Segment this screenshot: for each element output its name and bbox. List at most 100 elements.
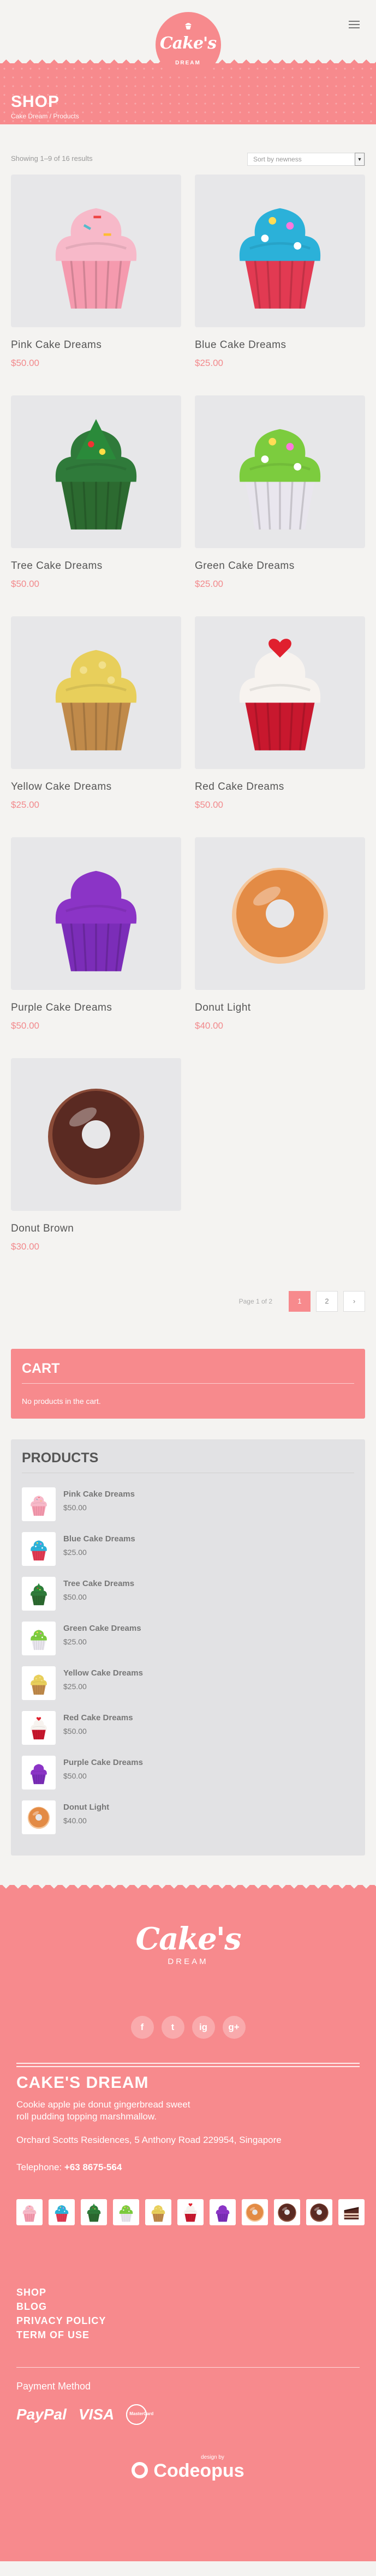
product-image[interactable] xyxy=(195,395,365,548)
product-thumbnail[interactable] xyxy=(22,1666,56,1700)
footer-link-terms[interactable]: TERM OF USE xyxy=(16,2328,360,2342)
footer-thumbnail[interactable] xyxy=(210,2199,236,2225)
product-name[interactable]: Green Cake Dreams xyxy=(63,1624,141,1633)
footer-description: Cookie apple pie donut gingerbread sweet… xyxy=(16,2099,190,2122)
product-card[interactable]: Blue Cake Dreams $25.00 xyxy=(195,175,365,395)
next-page-button[interactable]: › xyxy=(343,1291,365,1312)
list-item[interactable]: Red Cake Dreams $50.00 xyxy=(22,1711,354,1756)
product-price: $50.00 xyxy=(63,1772,87,1780)
product-name[interactable]: Purple Cake Dreams xyxy=(63,1758,143,1767)
sort-select[interactable]: Sort by newness ▼ xyxy=(247,153,365,166)
product-name[interactable]: Green Cake Dreams xyxy=(195,560,365,572)
footer-thumbnail[interactable] xyxy=(113,2199,139,2225)
footer-link-privacy[interactable]: PRIVACY POLICY xyxy=(16,2314,360,2328)
product-name[interactable]: Donut Light xyxy=(63,1803,109,1812)
product-image[interactable] xyxy=(195,837,365,990)
footer-product-thumbnails xyxy=(16,2199,366,2225)
social-links: f t ig g+ xyxy=(16,2016,360,2039)
pagination-label: Page 1 of 2 xyxy=(238,1298,272,1305)
footer-thumbnail[interactable] xyxy=(49,2199,75,2225)
hamburger-icon[interactable] xyxy=(349,21,360,29)
footer-logo[interactable]: Cake's DREAM xyxy=(16,1893,360,2002)
footer-thumbnail[interactable] xyxy=(145,2199,171,2225)
designer-credit[interactable]: design by Codeopus xyxy=(16,2454,360,2482)
chevron-down-icon[interactable]: ▼ xyxy=(355,153,365,166)
list-item[interactable]: Donut Light $40.00 xyxy=(22,1800,354,1845)
divider xyxy=(16,2063,360,2064)
breadcrumb-home[interactable]: Cake Dream xyxy=(11,112,47,120)
list-item-text: Tree Cake Dreams $50.00 xyxy=(63,1579,134,1601)
twitter-icon[interactable]: t xyxy=(161,2016,184,2039)
footer-links: SHOP BLOG PRIVACY POLICY TERM OF USE xyxy=(16,2285,360,2342)
product-image[interactable] xyxy=(11,1058,181,1211)
product-image[interactable] xyxy=(195,616,365,769)
product-thumbnail[interactable] xyxy=(22,1756,56,1790)
google-plus-icon[interactable]: g+ xyxy=(222,2016,246,2039)
logo-subtext: DREAM xyxy=(175,60,201,66)
product-thumbnail[interactable] xyxy=(22,1800,56,1834)
footer-thumbnail[interactable] xyxy=(274,2199,300,2225)
instagram-icon[interactable]: ig xyxy=(192,2016,215,2039)
product-image[interactable] xyxy=(11,175,181,327)
product-card[interactable]: Donut Light $40.00 xyxy=(195,837,365,1058)
product-card[interactable]: Red Cake Dreams $50.00 xyxy=(195,616,365,837)
product-card[interactable]: Green Cake Dreams $25.00 xyxy=(195,395,365,616)
product-thumbnail[interactable] xyxy=(22,1577,56,1611)
product-name[interactable]: Yellow Cake Dreams xyxy=(11,781,181,793)
product-thumbnail[interactable] xyxy=(22,1622,56,1655)
list-item[interactable]: Purple Cake Dreams $50.00 xyxy=(22,1756,354,1800)
page-2-button[interactable]: 2 xyxy=(316,1291,338,1312)
footer-link-blog[interactable]: BLOG xyxy=(16,2299,360,2314)
product-price: $50.00 xyxy=(11,358,39,368)
product-card[interactable]: Yellow Cake Dreams $25.00 xyxy=(11,616,181,837)
facebook-icon[interactable]: f xyxy=(130,2016,154,2039)
mastercard-logo: MasterCard xyxy=(126,2404,159,2425)
product-thumbnail[interactable] xyxy=(22,1487,56,1521)
product-image[interactable] xyxy=(11,837,181,990)
product-card[interactable]: Purple Cake Dreams $50.00 xyxy=(11,837,181,1058)
product-name[interactable]: Red Cake Dreams xyxy=(195,781,365,793)
footer-thumbnail[interactable] xyxy=(177,2199,204,2225)
footer-thumbnail[interactable] xyxy=(242,2199,268,2225)
product-name[interactable]: Blue Cake Dreams xyxy=(195,339,365,351)
footer-thumbnail[interactable] xyxy=(81,2199,107,2225)
shop-toolbar: Showing 1–9 of 16 results Sort by newnes… xyxy=(11,151,365,167)
footer-thumbnail[interactable] xyxy=(306,2199,332,2225)
product-name[interactable]: Yellow Cake Dreams xyxy=(63,1668,143,1678)
product-thumbnail[interactable] xyxy=(22,1711,56,1745)
site-logo[interactable]: Cake's DREAM xyxy=(155,12,221,77)
product-name[interactable]: Tree Cake Dreams xyxy=(63,1579,134,1588)
product-thumbnail[interactable] xyxy=(22,1532,56,1566)
page-1-button[interactable]: 1 xyxy=(289,1291,311,1312)
product-name[interactable]: Donut Brown xyxy=(11,1223,181,1235)
list-item-text: Pink Cake Dreams $50.00 xyxy=(63,1490,135,1512)
sort-selected-value: Sort by newness xyxy=(253,155,302,163)
product-name[interactable]: Donut Light xyxy=(195,1002,365,1014)
product-name[interactable]: Purple Cake Dreams xyxy=(11,1002,181,1014)
list-item[interactable]: Yellow Cake Dreams $25.00 xyxy=(22,1666,354,1711)
footer-thumbnail[interactable] xyxy=(16,2199,43,2225)
product-grid: Pink Cake Dreams $50.00 Blue Cake Dreams $2… xyxy=(11,175,365,1279)
cart-title: CART xyxy=(22,1361,354,1384)
product-card[interactable]: Tree Cake Dreams $50.00 xyxy=(11,395,181,616)
product-image[interactable] xyxy=(11,616,181,769)
list-item[interactable]: Tree Cake Dreams $50.00 xyxy=(22,1577,354,1622)
product-name[interactable]: Red Cake Dreams xyxy=(63,1713,133,1722)
product-card[interactable]: Pink Cake Dreams $50.00 xyxy=(11,175,181,395)
list-item[interactable]: Blue Cake Dreams $25.00 xyxy=(22,1532,354,1577)
product-name[interactable]: Tree Cake Dreams xyxy=(11,560,181,572)
logo-text: Cake's xyxy=(159,34,217,53)
cake-slice-thumbnail[interactable] xyxy=(338,2199,365,2225)
product-image[interactable] xyxy=(11,395,181,548)
product-name[interactable]: Blue Cake Dreams xyxy=(63,1534,135,1544)
footer-link-shop[interactable]: SHOP xyxy=(16,2285,360,2299)
telephone-number[interactable]: +63 8675-564 xyxy=(64,2162,122,2172)
list-item-text: Green Cake Dreams $25.00 xyxy=(63,1624,141,1646)
product-name[interactable]: Pink Cake Dreams xyxy=(63,1490,135,1499)
product-card[interactable]: Donut Brown $30.00 xyxy=(11,1058,181,1279)
product-name[interactable]: Pink Cake Dreams xyxy=(11,339,181,351)
list-item[interactable]: Green Cake Dreams $25.00 xyxy=(22,1622,354,1666)
list-item[interactable]: Pink Cake Dreams $50.00 xyxy=(22,1487,354,1532)
product-price: $50.00 xyxy=(63,1727,87,1736)
product-image[interactable] xyxy=(195,175,365,327)
